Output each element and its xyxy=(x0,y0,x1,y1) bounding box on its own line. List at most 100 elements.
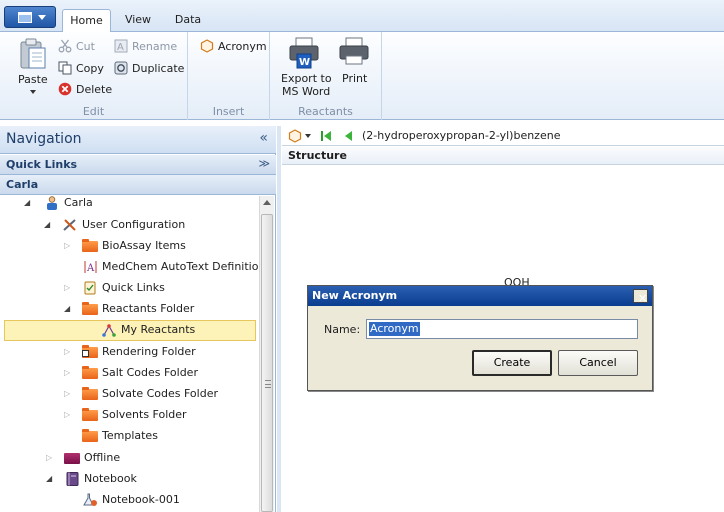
tree-item-my-reactants[interactable]: My Reactants xyxy=(4,320,256,341)
expander-closed-icon[interactable]: ▷ xyxy=(64,389,73,398)
user-icon xyxy=(47,196,57,210)
acronym-button[interactable]: Acronym xyxy=(200,36,267,56)
cut-label: Cut xyxy=(76,39,95,53)
tree-item-label: Rendering Folder xyxy=(102,345,196,358)
duplicate-button[interactable]: Duplicate xyxy=(114,58,184,78)
expander-open-icon[interactable]: ◢ xyxy=(46,474,55,483)
record-toolbar: (2-hydroperoxypropan-2-yl)benzene xyxy=(282,126,724,146)
structure-header: Structure xyxy=(282,147,724,165)
ribbon-tab-bar: Home View Data xyxy=(0,0,724,33)
acronym-icon xyxy=(200,39,214,53)
rendering-folder-icon xyxy=(82,345,98,358)
cut-button[interactable]: Cut xyxy=(58,36,95,56)
print-button[interactable]: Print xyxy=(334,36,374,96)
folder-icon xyxy=(82,302,98,315)
tree-item-solvate-codes-folder[interactable]: ▷ Solvate Codes Folder xyxy=(4,384,256,405)
expander-open-icon[interactable]: ◢ xyxy=(64,304,73,313)
close-button[interactable]: ✕ xyxy=(633,289,648,305)
paste-label: Paste xyxy=(18,73,48,86)
chevron-down-icon[interactable] xyxy=(305,134,311,138)
rename-button[interactable]: A Rename xyxy=(114,36,177,56)
quicklinks-icon xyxy=(84,281,96,295)
close-icon: ✕ xyxy=(638,292,648,305)
molecule-name: (2-hydroperoxypropan-2-yl)benzene xyxy=(362,129,561,142)
rename-label: Rename xyxy=(132,39,178,53)
export-to-word-button[interactable]: W Export to MS Word xyxy=(276,36,332,100)
cancel-button[interactable]: Cancel xyxy=(558,350,638,376)
folder-icon xyxy=(82,387,98,400)
quick-links-bar[interactable]: Quick Links ≫ xyxy=(0,155,276,175)
tree-item-label: Notebook-001 xyxy=(102,493,180,506)
expander-closed-icon[interactable]: ▷ xyxy=(64,410,73,419)
dialog-title-bar[interactable]: New Acronym ✕ xyxy=(308,286,652,306)
expander-closed-icon[interactable]: ▷ xyxy=(64,347,73,356)
tree-item-carla[interactable]: ◢ Carla xyxy=(4,196,256,214)
export-label-line2: MS Word xyxy=(282,85,331,98)
acronym-label: Acronym xyxy=(218,39,267,53)
tree-item-label: Salt Codes Folder xyxy=(102,366,198,379)
ribbon-group-reactants: W Export to MS Word Print Reactants xyxy=(270,32,382,120)
navigation-header: Navigation « xyxy=(0,126,276,154)
chevron-down-icon xyxy=(38,15,46,20)
expander-closed-icon[interactable]: ▷ xyxy=(64,241,73,250)
tree-item-salt-codes-folder[interactable]: ▷ Salt Codes Folder xyxy=(4,363,256,384)
grip-icon xyxy=(265,380,271,388)
expander-open-icon[interactable]: ◢ xyxy=(44,220,53,229)
copy-label: Copy xyxy=(76,61,104,75)
pane-splitter[interactable] xyxy=(277,126,281,512)
tree-item-medchem-autotext[interactable]: A MedChem AutoText Definitions xyxy=(4,257,258,278)
tree-item-quick-links[interactable]: ▷ Quick Links xyxy=(4,278,256,299)
scrollbar-thumb[interactable] xyxy=(261,214,273,512)
paste-button[interactable]: Paste xyxy=(10,36,54,102)
delete-button[interactable]: Delete xyxy=(58,79,112,99)
tree-item-label: My Reactants xyxy=(121,323,196,336)
reactants-icon xyxy=(102,324,116,337)
expander-closed-icon[interactable]: ▷ xyxy=(64,283,73,292)
expander-closed-icon[interactable]: ▷ xyxy=(46,453,55,462)
navigation-scrollbar[interactable] xyxy=(259,196,274,512)
tree-item-label: Reactants Folder xyxy=(102,302,195,315)
first-record-icon[interactable] xyxy=(320,130,332,142)
expand-quick-links-icon[interactable]: ≫ xyxy=(258,157,270,170)
application-menu-button[interactable] xyxy=(4,6,56,28)
tree-item-offline[interactable]: ▷ Offline xyxy=(4,448,256,469)
edit-group-label: Edit xyxy=(82,105,105,118)
ribbon-group-insert: Acronym Insert xyxy=(188,32,270,120)
tree-item-rendering-folder[interactable]: ▷ Rendering Folder xyxy=(4,342,256,363)
notebook-icon xyxy=(66,472,79,486)
record-type-icon[interactable] xyxy=(288,129,302,143)
section-bar-carla[interactable]: Carla xyxy=(0,175,276,195)
tree-item-solvents-folder[interactable]: ▷ Solvents Folder xyxy=(4,405,256,426)
navigation-tree: ◢ Carla ◢ User Configuration ▷ BioAssay … xyxy=(0,196,258,512)
delete-label: Delete xyxy=(76,82,113,96)
previous-record-icon[interactable] xyxy=(342,130,354,142)
svg-text:A: A xyxy=(86,263,95,274)
tree-item-bioassay-items[interactable]: ▷ BioAssay Items xyxy=(4,236,256,257)
folder-icon xyxy=(82,408,98,421)
scroll-up-icon[interactable] xyxy=(263,200,271,205)
duplicate-label: Duplicate xyxy=(132,61,185,75)
create-button[interactable]: Create xyxy=(472,350,552,376)
print-label: Print xyxy=(342,72,368,85)
tree-item-reactants-folder[interactable]: ◢ Reactants Folder xyxy=(4,299,256,320)
copy-button[interactable]: Copy xyxy=(58,58,104,78)
tree-item-notebook[interactable]: ◢ Notebook xyxy=(4,469,256,490)
tree-item-templates[interactable]: Templates xyxy=(4,426,256,447)
tree-item-user-configuration[interactable]: ◢ User Configuration xyxy=(4,215,256,236)
duplicate-icon xyxy=(114,61,128,75)
tree-item-label: Carla xyxy=(64,196,93,209)
collapse-navigation-icon[interactable]: « xyxy=(259,130,268,146)
tree-item-label: Quick Links xyxy=(102,281,165,294)
expander-closed-icon[interactable]: ▷ xyxy=(64,368,73,377)
expander-open-icon[interactable]: ◢ xyxy=(24,198,33,207)
tab-data[interactable]: Data xyxy=(164,9,212,33)
reactants-group-label: Reactants xyxy=(298,105,353,118)
insert-group-label: Insert xyxy=(212,105,245,118)
offline-folder-icon xyxy=(64,453,80,464)
tab-view[interactable]: View xyxy=(114,9,162,33)
dialog-title: New Acronym xyxy=(312,289,398,302)
tree-item-notebook-001[interactable]: Notebook-001 xyxy=(4,490,256,511)
tree-item-label: User Configuration xyxy=(82,218,186,231)
tab-home[interactable]: Home xyxy=(62,9,111,33)
tree-item-label: BioAssay Items xyxy=(102,239,186,252)
